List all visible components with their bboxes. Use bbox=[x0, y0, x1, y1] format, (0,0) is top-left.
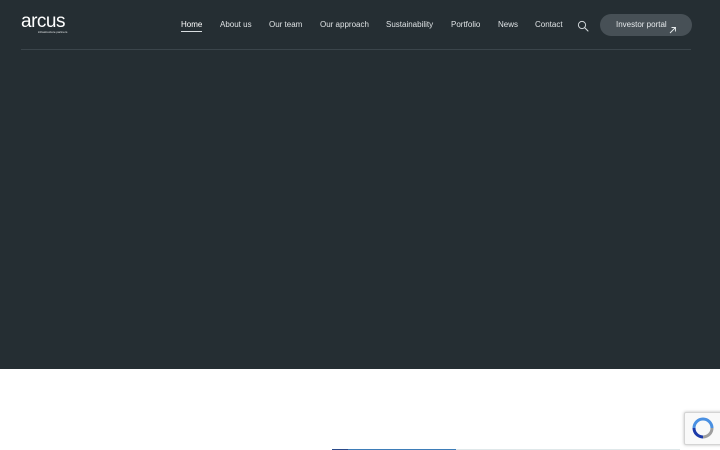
nav-item-news[interactable]: News bbox=[498, 19, 518, 31]
nav-item-our-approach[interactable]: Our approach bbox=[320, 19, 369, 31]
nav-item-home[interactable]: Home bbox=[181, 19, 203, 32]
nav-item-our-team[interactable]: Our team bbox=[269, 19, 302, 31]
recaptcha-icon bbox=[692, 417, 714, 439]
logo-tagline: infrastructure partners bbox=[38, 30, 68, 34]
hero-section: arcus infrastructure partners Home About… bbox=[0, 0, 720, 369]
arcus-logo[interactable]: arcus infrastructure partners bbox=[21, 11, 71, 35]
recaptcha-badge[interactable] bbox=[684, 412, 720, 445]
nav-item-contact[interactable]: Contact bbox=[535, 19, 563, 31]
investor-portal-label: Investor portal bbox=[616, 20, 667, 29]
nav-item-sustainability[interactable]: Sustainability bbox=[386, 19, 433, 31]
nav-item-about-us[interactable]: About us bbox=[220, 19, 252, 31]
nav-item-portfolio[interactable]: Portfolio bbox=[451, 19, 480, 31]
external-arrow-icon bbox=[669, 21, 677, 34]
investor-portal-button[interactable]: Investor portal bbox=[600, 14, 692, 36]
hero-image-strip bbox=[300, 443, 680, 450]
search-icon[interactable] bbox=[577, 19, 589, 32]
header-divider bbox=[21, 49, 691, 50]
